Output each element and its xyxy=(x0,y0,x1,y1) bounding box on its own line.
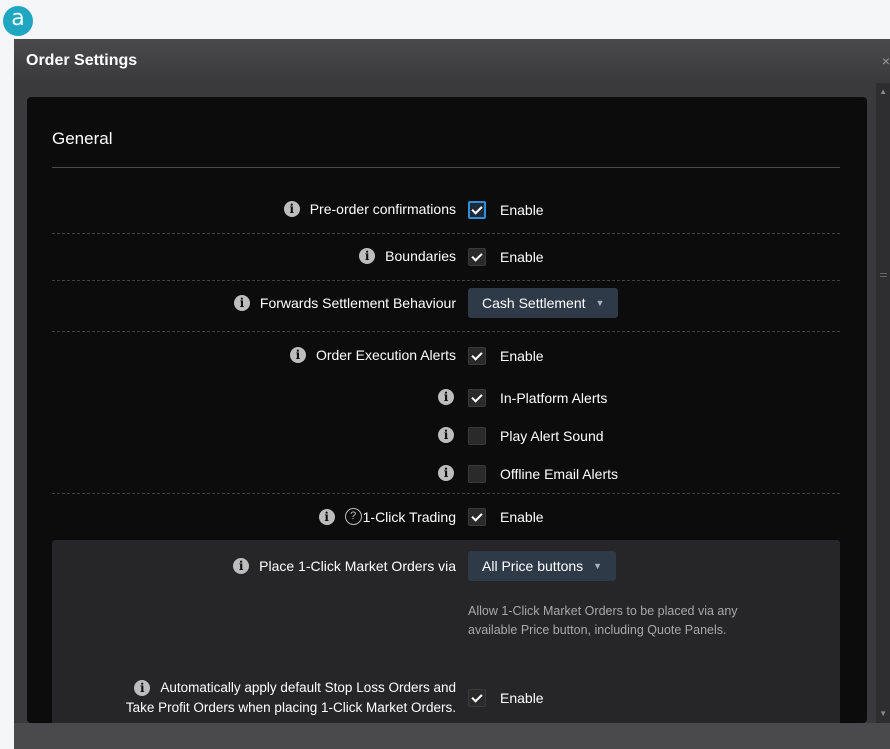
settings-panel: General i Pre-order confirmations Enable… xyxy=(27,97,867,723)
auto-apply-option[interactable]: Enable xyxy=(500,690,544,706)
boundaries-label: i Boundaries xyxy=(359,248,456,264)
email-info: i xyxy=(438,465,456,481)
info-icon[interactable]: i xyxy=(318,508,335,525)
row-divider xyxy=(52,331,840,332)
place-via-label-text: Place 1-Click Market Orders via xyxy=(259,558,456,574)
boundaries-label-text: Boundaries xyxy=(385,248,456,264)
section-title: General xyxy=(52,129,113,148)
place-via-help-line2: available Price button, including Quote … xyxy=(468,623,727,637)
annotation-marker: a xyxy=(3,6,33,36)
preorder-checkbox[interactable] xyxy=(468,201,486,219)
one-click-checkbox[interactable] xyxy=(468,508,486,526)
close-icon[interactable]: × xyxy=(882,53,890,69)
preorder-label-text: Pre-order confirmations xyxy=(309,201,456,217)
email-option[interactable]: Offline Email Alerts xyxy=(500,466,618,482)
one-click-label-text: 1-Click Trading xyxy=(362,508,456,525)
row-divider xyxy=(52,233,840,234)
alerts-checkbox[interactable] xyxy=(468,347,486,365)
info-icon[interactable]: i xyxy=(438,427,454,443)
help-icon[interactable]: ? xyxy=(344,508,362,525)
info-icon[interactable]: i xyxy=(359,248,376,264)
auto-apply-label: i Automatically apply default Stop Loss … xyxy=(126,678,456,718)
one-click-option[interactable]: Enable xyxy=(500,509,544,525)
place-via-dropdown-value: All Price buttons xyxy=(482,558,584,574)
email-checkbox[interactable] xyxy=(468,465,486,483)
order-settings-dialog: Order Settings × ▲ ▼ General i Pre-order… xyxy=(14,39,890,749)
preorder-label: i Pre-order confirmations xyxy=(283,201,456,217)
place-via-help: Allow 1-Click Market Orders to be placed… xyxy=(468,602,808,640)
alerts-option[interactable]: Enable xyxy=(500,348,544,364)
scroll-down-icon[interactable]: ▼ xyxy=(879,709,887,718)
forwards-settlement-dropdown[interactable]: Cash Settlement ▼ xyxy=(468,288,619,318)
place-via-label: i Place 1-Click Market Orders via xyxy=(233,558,456,574)
info-icon[interactable]: i xyxy=(283,201,300,217)
dialog-title: Order Settings xyxy=(26,52,138,69)
one-click-label: i ? 1-Click Trading xyxy=(318,508,456,525)
info-icon[interactable]: i xyxy=(233,295,250,311)
preorder-option[interactable]: Enable xyxy=(500,202,544,218)
dialog-titlebar: Order Settings × xyxy=(14,39,890,83)
forwards-dropdown-value: Cash Settlement xyxy=(482,295,586,311)
forwards-label-text: Forwards Settlement Behaviour xyxy=(259,295,456,311)
scroll-grip[interactable] xyxy=(880,273,887,274)
place-via-dropdown[interactable]: All Price buttons ▼ xyxy=(468,551,617,581)
chevron-down-icon: ▼ xyxy=(595,298,605,308)
alerts-label: i Order Execution Alerts xyxy=(289,347,456,363)
info-icon[interactable]: i xyxy=(289,347,306,363)
row-divider xyxy=(52,280,840,281)
auto-apply-checkbox[interactable] xyxy=(468,689,486,707)
in-platform-info: i xyxy=(438,389,456,405)
auto-apply-label-line2: Take Profit Orders when placing 1-Click … xyxy=(125,700,456,715)
dialog-footer xyxy=(14,723,890,749)
info-icon[interactable]: i xyxy=(438,389,454,405)
place-via-help-line1: Allow 1-Click Market Orders to be placed… xyxy=(468,604,738,618)
info-icon[interactable]: i xyxy=(438,465,454,481)
section-divider xyxy=(52,167,840,168)
in-platform-checkbox[interactable] xyxy=(468,389,486,407)
scrollbar[interactable] xyxy=(876,83,890,723)
boundaries-option[interactable]: Enable xyxy=(500,249,544,265)
sound-checkbox[interactable] xyxy=(468,427,486,445)
auto-apply-label-line1: Automatically apply default Stop Loss Or… xyxy=(160,680,456,695)
info-icon[interactable]: i xyxy=(233,558,250,574)
boundaries-checkbox[interactable] xyxy=(468,248,486,266)
in-platform-option[interactable]: In-Platform Alerts xyxy=(500,390,607,406)
scroll-up-icon[interactable]: ▲ xyxy=(879,87,887,96)
forwards-label: i Forwards Settlement Behaviour xyxy=(233,295,456,311)
info-icon[interactable]: i xyxy=(134,680,151,696)
sound-info: i xyxy=(438,427,456,443)
alerts-label-text: Order Execution Alerts xyxy=(315,347,456,363)
row-divider xyxy=(52,493,840,494)
chevron-down-icon: ▼ xyxy=(593,561,603,571)
sound-option[interactable]: Play Alert Sound xyxy=(500,428,604,444)
